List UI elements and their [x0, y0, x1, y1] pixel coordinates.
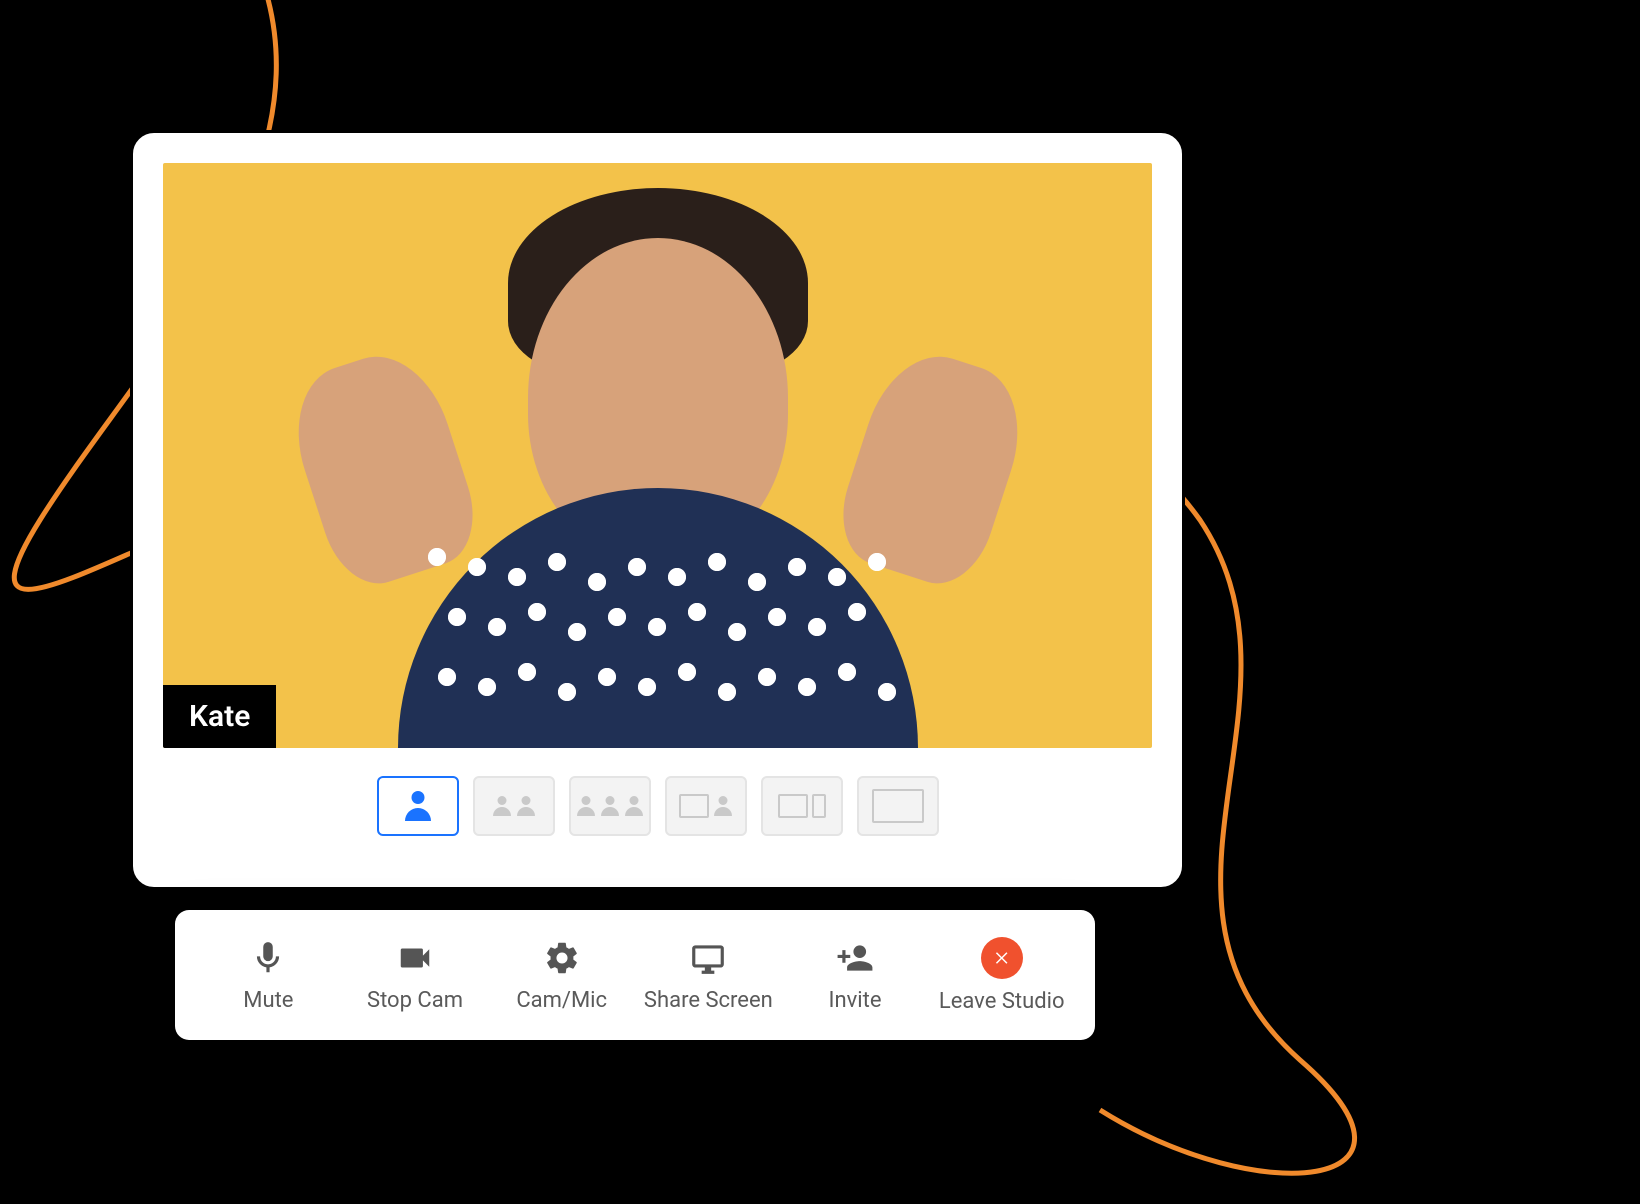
invite-label: Invite	[829, 988, 882, 1013]
layout-option-screen-side[interactable]	[761, 776, 843, 836]
video-feed: Kate	[163, 163, 1152, 748]
monitor-icon	[688, 938, 728, 978]
participant-video-placeholder	[348, 188, 968, 748]
close-icon	[981, 937, 1023, 979]
cam-mic-settings-button[interactable]: Cam/Mic	[488, 910, 635, 1040]
camera-icon	[395, 938, 435, 978]
layout-option-two-up[interactable]	[473, 776, 555, 836]
layout-option-three-up[interactable]	[569, 776, 651, 836]
participant-name-tag: Kate	[163, 685, 276, 748]
cam-mic-label: Cam/Mic	[516, 988, 607, 1013]
studio-window: Kate	[130, 130, 1185, 890]
mute-label: Mute	[243, 988, 293, 1013]
leave-label: Leave Studio	[939, 989, 1065, 1014]
stop-cam-button[interactable]: Stop Cam	[342, 910, 489, 1040]
share-screen-button[interactable]: Share Screen	[635, 910, 782, 1040]
mute-button[interactable]: Mute	[195, 910, 342, 1040]
studio-toolbar: Mute Stop Cam Cam/Mic Share Screen Invit…	[175, 910, 1095, 1040]
stop-cam-label: Stop Cam	[367, 988, 463, 1013]
layout-option-solo[interactable]	[377, 776, 459, 836]
invite-button[interactable]: Invite	[782, 910, 929, 1040]
share-screen-label: Share Screen	[644, 988, 773, 1013]
add-person-icon	[835, 938, 875, 978]
leave-studio-button[interactable]: Leave Studio	[928, 910, 1075, 1040]
gear-icon	[542, 938, 582, 978]
layout-option-screen-only[interactable]	[857, 776, 939, 836]
layout-option-screen-plus-one[interactable]	[665, 776, 747, 836]
layout-selector	[133, 776, 1182, 836]
microphone-icon	[248, 938, 288, 978]
